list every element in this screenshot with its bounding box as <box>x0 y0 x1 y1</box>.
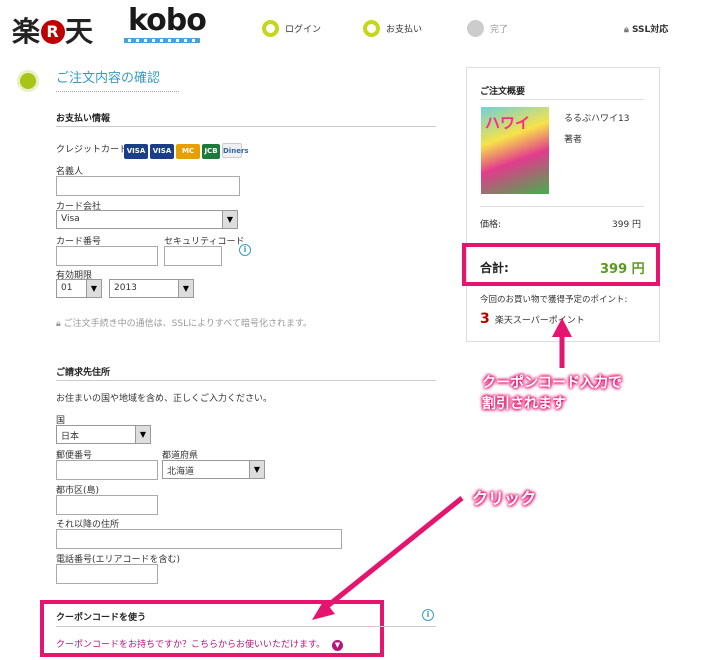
chevron-down-icon: ▼ <box>135 426 150 443</box>
ssl-note-text: ご注文手続き中の通信は、SSLによりすべて暗号化されます。 <box>63 319 313 329</box>
coupon-section-title: クーポンコードを使う <box>56 613 147 623</box>
prefecture-value: 北海道 <box>167 467 195 477</box>
divider <box>480 206 644 207</box>
credit-card-label: クレジットカード <box>56 145 129 155</box>
price-value: 399 円 <box>612 220 642 230</box>
total-value: 399 円 <box>600 262 645 277</box>
country-select[interactable]: 日本 ▼ <box>56 425 151 444</box>
click-callout: クリック <box>472 489 537 508</box>
price-label: 価格: <box>480 220 502 230</box>
billing-section-title: ご請求先住所 <box>56 368 111 378</box>
points-value: 3 <box>480 311 490 327</box>
zip-input[interactable] <box>56 460 158 480</box>
country-value: 日本 <box>61 432 80 442</box>
card-brand-logos: VISA VISA MC JCB Diners <box>124 138 249 159</box>
rakuten-logo-char-1: 楽 <box>12 15 42 48</box>
step-active-icon <box>363 20 380 37</box>
info-icon[interactable]: i <box>239 244 251 256</box>
ssl-badge: 🔒︎ SSL対応 <box>624 22 668 35</box>
rakuten-logo[interactable]: 楽R天 <box>12 10 94 50</box>
visa-debit-icon: VISA <box>150 144 174 159</box>
city-input[interactable] <box>56 495 158 515</box>
chevron-down-icon: ▼ <box>222 211 237 228</box>
expiry-month-select[interactable]: 01 ▼ <box>56 279 102 298</box>
payment-section-title: お支払い情報 <box>56 114 111 124</box>
points-row: 3 楽天スーパーポイント <box>480 308 585 327</box>
card-company-value: Visa <box>61 214 80 224</box>
coupon-callout-line1: クーポンコード入力で <box>482 375 622 391</box>
order-summary-title: ご注文概要 <box>480 87 526 97</box>
divider <box>56 626 436 627</box>
kobo-logo-underline-icon <box>124 38 200 43</box>
card-company-select[interactable]: Visa ▼ <box>56 210 238 229</box>
chevron-down-icon: ▼ <box>249 461 264 478</box>
chevron-down-icon: ▼ <box>178 280 193 297</box>
points-suffix: 楽天スーパーポイント <box>494 316 585 326</box>
address-input[interactable] <box>56 529 342 549</box>
book-author: 著者 <box>564 135 583 145</box>
expiry-year-value: 2013 <box>114 283 137 293</box>
divider <box>56 126 436 127</box>
step-active-icon <box>262 20 279 37</box>
security-code-input[interactable] <box>164 246 222 266</box>
step-payment-label: お支払い <box>386 25 423 35</box>
divider <box>480 99 644 100</box>
step-payment: お支払い <box>363 20 422 37</box>
info-icon[interactable]: i <box>422 609 434 621</box>
kobo-logo[interactable]: kobo <box>128 3 207 38</box>
jcb-icon: JCB <box>202 144 220 159</box>
book-title: るるぶハワイ13 <box>564 114 630 124</box>
step-login: ログイン <box>262 20 321 37</box>
card-number-input[interactable] <box>56 246 158 266</box>
diners-icon: Diners <box>222 143 249 158</box>
expiry-month-value: 01 <box>61 283 73 293</box>
step-login-label: ログイン <box>285 25 322 35</box>
page-title: ご注文内容の確認 <box>56 67 179 92</box>
ssl-label: SSL対応 <box>631 25 669 35</box>
step-inactive-icon <box>467 20 484 37</box>
cart-icon <box>17 70 39 92</box>
total-label: 合計: <box>480 261 509 275</box>
visa-icon: VISA <box>124 144 148 159</box>
coupon-link-text: クーポンコードをお持ちですか？こちらからお使いいただけます。 <box>56 640 326 650</box>
divider <box>56 380 436 381</box>
step-complete-label: 完了 <box>490 25 509 35</box>
coupon-callout-line2: 割引されます <box>482 396 566 412</box>
rakuten-r-icon: R <box>41 20 66 44</box>
chevron-down-icon: ▼ <box>331 640 343 651</box>
points-note: 今回のお買い物で獲得予定のポイント: <box>480 295 628 305</box>
mastercard-icon: MC <box>176 144 200 159</box>
coupon-link[interactable]: クーポンコードをお持ちですか？こちらからお使いいただけます。 ▼ <box>56 637 343 651</box>
lock-icon: 🔒︎ <box>56 319 61 329</box>
book-cover-text: ハワイ <box>485 114 531 132</box>
chevron-down-icon: ▼ <box>86 280 101 297</box>
expiry-year-select[interactable]: 2013 ▼ <box>109 279 194 298</box>
prefecture-select[interactable]: 北海道 ▼ <box>162 460 265 479</box>
billing-note: お住まいの国や地域を含め、正しくご入力ください。 <box>56 394 273 404</box>
ssl-note: 🔒︎ ご注文手続き中の通信は、SSLによりすべて暗号化されます。 <box>56 316 312 329</box>
cardholder-name-input[interactable] <box>56 176 240 196</box>
phone-input[interactable] <box>56 564 158 584</box>
step-complete: 完了 <box>467 20 508 37</box>
lock-icon: 🔒︎ <box>624 25 629 35</box>
rakuten-logo-char-2: 天 <box>65 15 95 48</box>
